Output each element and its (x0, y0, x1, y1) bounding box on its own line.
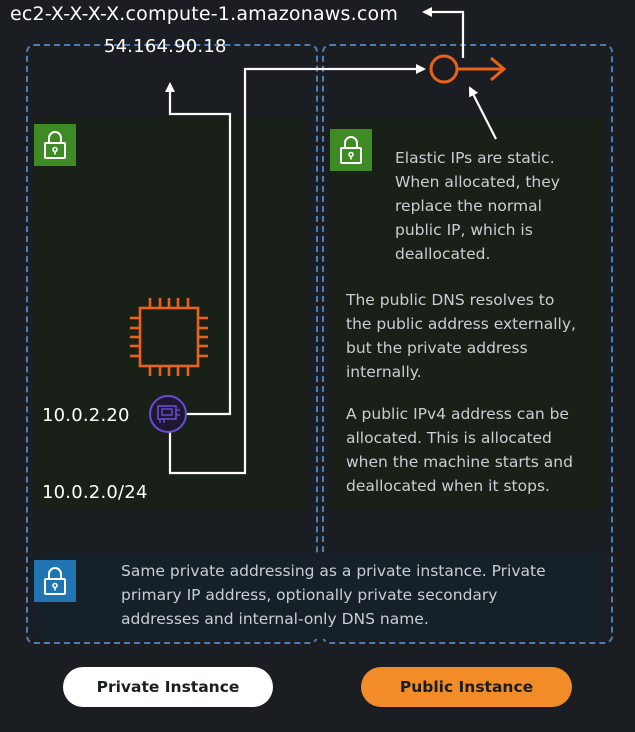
elastic-ip-annotation-pointer (469, 86, 497, 140)
shared-addressing-note: Same private addressing as a private ins… (121, 562, 546, 628)
eni-to-public-ip-line (165, 82, 232, 416)
private-ip-label: 10.0.2.20 (42, 405, 130, 426)
elastic-ip-icon (429, 54, 507, 84)
public-dns-note: The public DNS resolves to the public ad… (346, 291, 576, 381)
subnet-cidr-label: 10.0.2.0/24 (42, 482, 148, 503)
elastic-ip-note: Elastic IPs are static. When allocated, … (395, 149, 560, 263)
public-instance-button[interactable]: Public Instance (361, 667, 572, 707)
public-dns-label: ec2-X-X-X-X.compute-1.amazonaws.com (10, 3, 399, 25)
public-ipv4-note: A public IPv4 address can be allocated. … (346, 405, 573, 495)
elastic-ip-to-dns-line (422, 7, 465, 58)
private-instance-button[interactable]: Private Instance (63, 667, 273, 707)
network-interface-icon (149, 395, 187, 433)
diagram-canvas: ec2-X-X-X-X.compute-1.amazonaws.com 54.1… (0, 0, 635, 732)
ec2-instance-chip-icon (130, 298, 208, 376)
public-ip-label: 54.164.90.18 (104, 36, 227, 57)
